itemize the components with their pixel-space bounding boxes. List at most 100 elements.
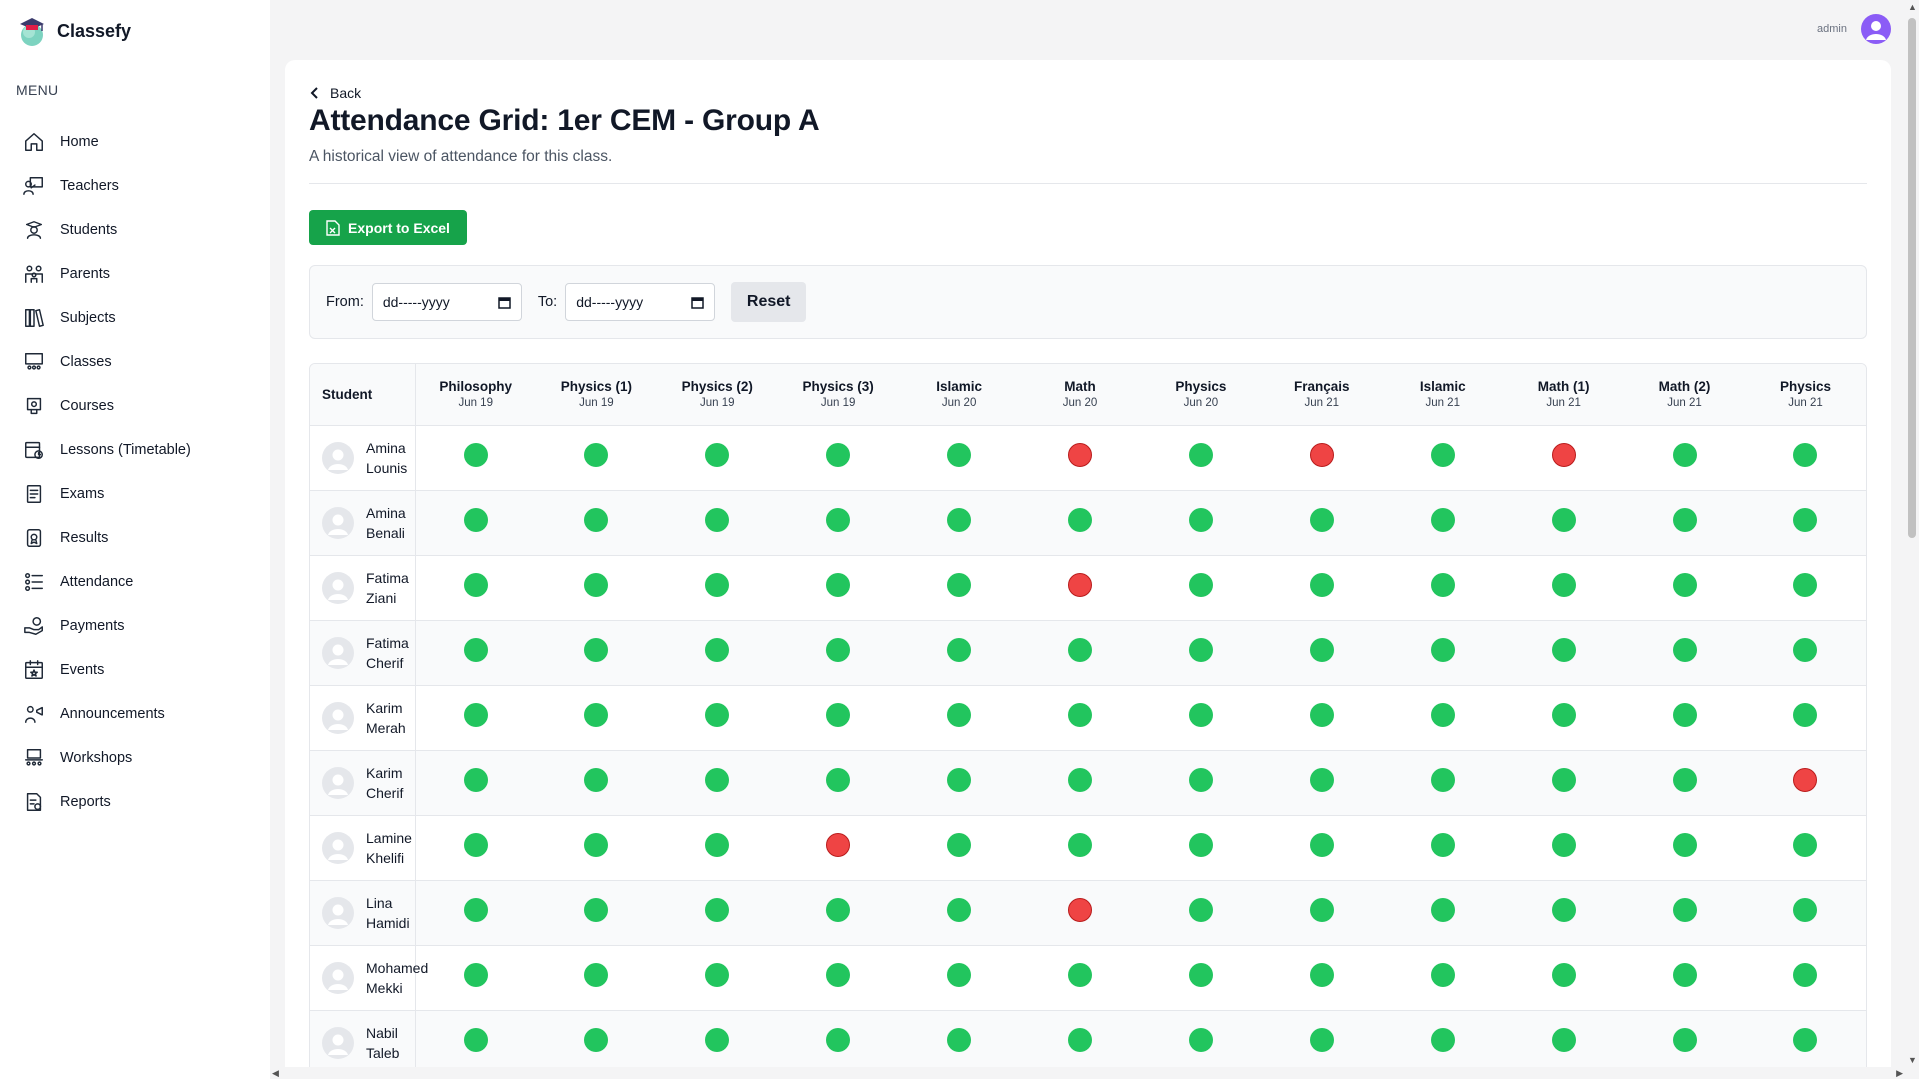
user-menu[interactable]: admin xyxy=(1817,14,1891,44)
absent-dot[interactable] xyxy=(1067,443,1092,467)
present-dot[interactable] xyxy=(463,508,488,532)
present-dot[interactable] xyxy=(705,638,730,662)
present-dot[interactable] xyxy=(463,898,488,922)
present-dot[interactable] xyxy=(584,898,609,922)
vertical-scrollbar[interactable]: ▲ ▼ xyxy=(1905,0,1919,1079)
present-dot[interactable] xyxy=(1793,1028,1818,1052)
present-dot[interactable] xyxy=(947,638,972,662)
present-dot[interactable] xyxy=(584,963,609,987)
present-dot[interactable] xyxy=(1430,443,1455,467)
user-avatar[interactable] xyxy=(1861,14,1891,44)
present-dot[interactable] xyxy=(1672,508,1697,532)
to-date-input[interactable]: dd-----yyyy xyxy=(565,283,716,321)
export-excel-button[interactable]: Export to Excel xyxy=(309,210,467,245)
present-dot[interactable] xyxy=(1672,833,1697,857)
present-dot[interactable] xyxy=(1672,963,1697,987)
sidebar-item-reports[interactable]: Reports xyxy=(22,780,262,824)
present-dot[interactable] xyxy=(1067,768,1092,792)
absent-dot[interactable] xyxy=(1793,768,1818,792)
present-dot[interactable] xyxy=(1309,638,1334,662)
sidebar-item-payments[interactable]: Payments xyxy=(22,604,262,648)
absent-dot[interactable] xyxy=(1551,443,1576,467)
present-dot[interactable] xyxy=(1188,703,1213,727)
present-dot[interactable] xyxy=(826,638,851,662)
present-dot[interactable] xyxy=(1672,573,1697,597)
present-dot[interactable] xyxy=(1067,638,1092,662)
present-dot[interactable] xyxy=(1551,1028,1576,1052)
present-dot[interactable] xyxy=(947,508,972,532)
sidebar-item-announcements[interactable]: Announcements xyxy=(22,692,262,736)
present-dot[interactable] xyxy=(584,638,609,662)
present-dot[interactable] xyxy=(584,768,609,792)
present-dot[interactable] xyxy=(1430,833,1455,857)
vertical-scroll-thumb[interactable] xyxy=(1908,18,1916,538)
present-dot[interactable] xyxy=(1793,508,1818,532)
sidebar-item-home[interactable]: Home xyxy=(22,120,262,164)
present-dot[interactable] xyxy=(1188,898,1213,922)
present-dot[interactable] xyxy=(705,833,730,857)
present-dot[interactable] xyxy=(463,703,488,727)
back-link[interactable]: Back xyxy=(310,85,361,101)
sidebar-item-teachers[interactable]: Teachers xyxy=(22,164,262,208)
present-dot[interactable] xyxy=(1309,963,1334,987)
horizontal-scrollbar[interactable]: ◀ ▶ xyxy=(270,1067,1905,1079)
present-dot[interactable] xyxy=(1188,768,1213,792)
present-dot[interactable] xyxy=(1430,573,1455,597)
reset-button[interactable]: Reset xyxy=(731,282,807,322)
present-dot[interactable] xyxy=(1309,508,1334,532)
brand[interactable]: Classefy xyxy=(16,14,131,48)
present-dot[interactable] xyxy=(826,573,851,597)
present-dot[interactable] xyxy=(1309,833,1334,857)
present-dot[interactable] xyxy=(1188,963,1213,987)
present-dot[interactable] xyxy=(826,508,851,532)
present-dot[interactable] xyxy=(947,703,972,727)
present-dot[interactable] xyxy=(1672,703,1697,727)
present-dot[interactable] xyxy=(1309,768,1334,792)
present-dot[interactable] xyxy=(1551,898,1576,922)
sidebar-item-courses[interactable]: Courses xyxy=(22,384,262,428)
present-dot[interactable] xyxy=(584,1028,609,1052)
present-dot[interactable] xyxy=(463,443,488,467)
present-dot[interactable] xyxy=(1672,898,1697,922)
present-dot[interactable] xyxy=(947,573,972,597)
sidebar-item-workshops[interactable]: Workshops xyxy=(22,736,262,780)
present-dot[interactable] xyxy=(1188,1028,1213,1052)
present-dot[interactable] xyxy=(705,963,730,987)
absent-dot[interactable] xyxy=(826,833,851,857)
sidebar-item-results[interactable]: Results xyxy=(22,516,262,560)
present-dot[interactable] xyxy=(1430,898,1455,922)
present-dot[interactable] xyxy=(584,443,609,467)
absent-dot[interactable] xyxy=(1067,573,1092,597)
from-date-input[interactable]: dd-----yyyy xyxy=(371,283,522,321)
present-dot[interactable] xyxy=(705,898,730,922)
scroll-down-arrow-icon[interactable]: ▼ xyxy=(1908,1055,1917,1065)
present-dot[interactable] xyxy=(1551,963,1576,987)
present-dot[interactable] xyxy=(826,898,851,922)
calendar-icon[interactable] xyxy=(691,296,704,309)
present-dot[interactable] xyxy=(463,1028,488,1052)
present-dot[interactable] xyxy=(1551,768,1576,792)
present-dot[interactable] xyxy=(1430,768,1455,792)
present-dot[interactable] xyxy=(1188,443,1213,467)
present-dot[interactable] xyxy=(1309,573,1334,597)
present-dot[interactable] xyxy=(1793,898,1818,922)
present-dot[interactable] xyxy=(1067,508,1092,532)
present-dot[interactable] xyxy=(826,963,851,987)
sidebar-item-events[interactable]: Events xyxy=(22,648,262,692)
present-dot[interactable] xyxy=(705,443,730,467)
present-dot[interactable] xyxy=(826,1028,851,1052)
present-dot[interactable] xyxy=(705,703,730,727)
present-dot[interactable] xyxy=(705,508,730,532)
absent-dot[interactable] xyxy=(1067,898,1092,922)
present-dot[interactable] xyxy=(1430,638,1455,662)
present-dot[interactable] xyxy=(947,833,972,857)
present-dot[interactable] xyxy=(584,833,609,857)
present-dot[interactable] xyxy=(463,963,488,987)
present-dot[interactable] xyxy=(1430,1028,1455,1052)
present-dot[interactable] xyxy=(1551,833,1576,857)
present-dot[interactable] xyxy=(1672,1028,1697,1052)
present-dot[interactable] xyxy=(947,768,972,792)
present-dot[interactable] xyxy=(1793,638,1818,662)
present-dot[interactable] xyxy=(947,1028,972,1052)
present-dot[interactable] xyxy=(1551,703,1576,727)
